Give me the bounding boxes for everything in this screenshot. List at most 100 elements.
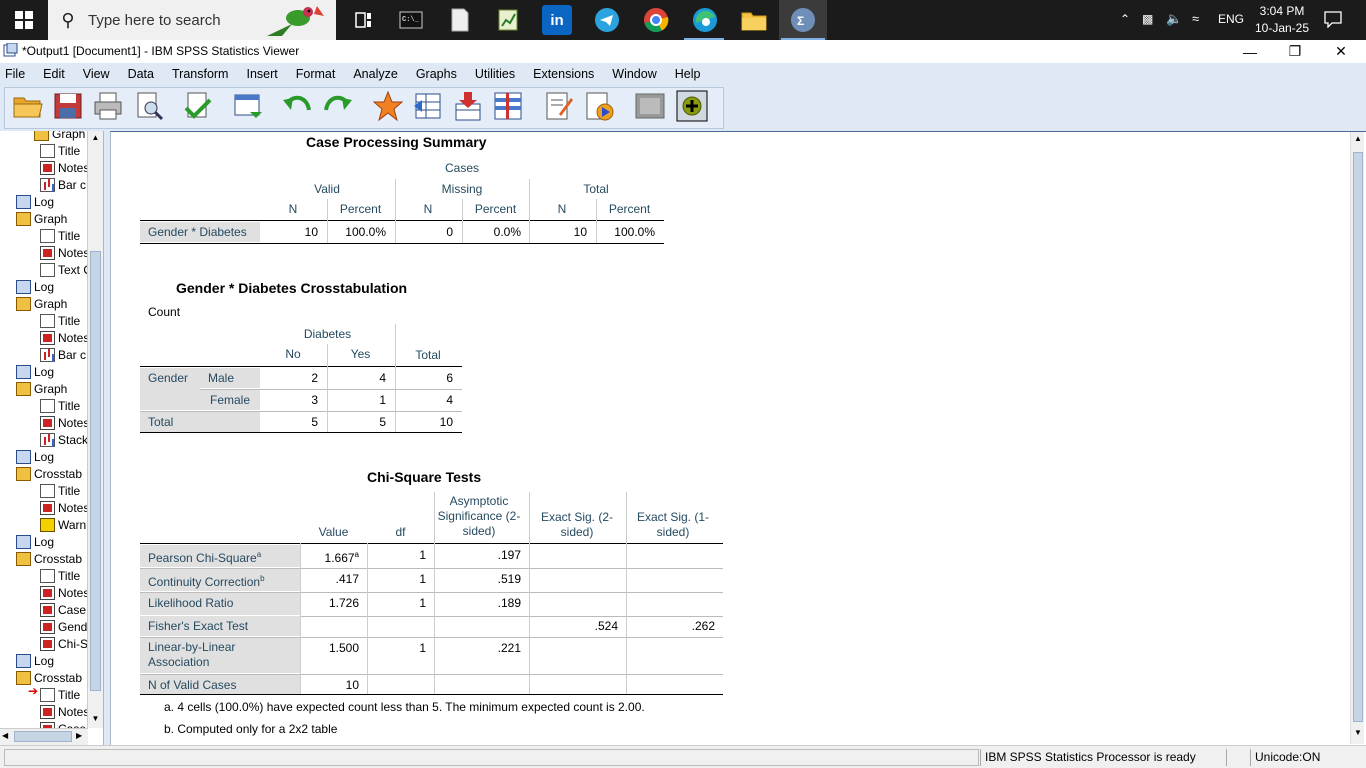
outline-item[interactable]: Crosstab bbox=[16, 550, 82, 567]
outline-item[interactable]: Chi-S bbox=[40, 635, 88, 652]
menu-help[interactable]: Help bbox=[675, 63, 701, 85]
outline-item[interactable]: Bar c bbox=[40, 176, 86, 193]
outline-item[interactable]: Stack bbox=[40, 431, 88, 448]
outline-item[interactable]: Notes bbox=[40, 499, 89, 516]
scroll-down-icon[interactable]: ▼ bbox=[89, 714, 102, 726]
split-file-icon[interactable] bbox=[492, 90, 524, 122]
outline-item[interactable]: Title bbox=[40, 397, 80, 414]
print-icon[interactable] bbox=[92, 90, 124, 122]
restore-button[interactable]: ❐ bbox=[1272, 40, 1318, 63]
outline-item[interactable]: Gend bbox=[40, 618, 87, 635]
show-data-icon[interactable] bbox=[634, 90, 666, 122]
terminal-icon[interactable]: C:\_ bbox=[396, 5, 426, 35]
spreadsheet-icon[interactable] bbox=[493, 5, 523, 35]
outline-item[interactable]: Title bbox=[40, 142, 80, 159]
outline-hscroll-thumb[interactable] bbox=[14, 731, 72, 742]
print-preview-icon[interactable] bbox=[133, 90, 165, 122]
task-view-icon[interactable] bbox=[349, 5, 379, 35]
minimize-button[interactable]: — bbox=[1227, 40, 1273, 63]
outline-item[interactable]: Graph bbox=[16, 210, 67, 227]
volume-icon[interactable]: 🔈 bbox=[1166, 11, 1182, 27]
edge-icon[interactable] bbox=[690, 5, 720, 35]
menu-view[interactable]: View bbox=[83, 63, 110, 85]
menu-analyze[interactable]: Analyze bbox=[353, 63, 397, 85]
notepad-icon[interactable] bbox=[445, 5, 475, 35]
goto-data-icon[interactable] bbox=[372, 90, 404, 122]
outline-item[interactable]: Notes bbox=[40, 584, 89, 601]
language-indicator[interactable]: ENG bbox=[1218, 12, 1244, 26]
output-viewer[interactable]: ▲ ▼ Case Processing Summary Cases Valid … bbox=[110, 131, 1366, 745]
redo-icon[interactable] bbox=[322, 90, 354, 122]
outline-item[interactable]: Text O bbox=[40, 261, 93, 278]
designate-window-icon[interactable] bbox=[543, 90, 575, 122]
outline-item[interactable]: Case bbox=[40, 601, 86, 618]
outline-item[interactable]: Crosstab bbox=[16, 465, 82, 482]
menu-insert[interactable]: Insert bbox=[246, 63, 277, 85]
outline-item[interactable]: Log bbox=[16, 193, 54, 210]
linkedin-icon[interactable]: in bbox=[542, 5, 572, 35]
chrome-icon[interactable] bbox=[641, 5, 671, 35]
outline-item[interactable]: Graph bbox=[34, 131, 85, 142]
network-icon[interactable]: ▩ bbox=[1142, 12, 1153, 26]
outline-item[interactable]: Notes bbox=[40, 244, 89, 261]
menu-format[interactable]: Format bbox=[296, 63, 336, 85]
viewer-scroll-up-icon[interactable]: ▲ bbox=[1352, 134, 1364, 146]
outline-item[interactable]: Bar c bbox=[40, 346, 86, 363]
outline-item[interactable]: Graph bbox=[16, 295, 67, 312]
outline-item[interactable]: Title bbox=[40, 312, 80, 329]
save-icon[interactable] bbox=[52, 90, 84, 122]
file-explorer-icon[interactable] bbox=[739, 5, 769, 35]
recall-dialog-icon[interactable] bbox=[232, 90, 264, 122]
outline-scroll-thumb[interactable] bbox=[90, 251, 101, 691]
outline-item[interactable]: Log bbox=[16, 363, 54, 380]
menu-extensions[interactable]: Extensions bbox=[533, 63, 594, 85]
outline-item[interactable]: Log bbox=[16, 533, 54, 550]
viewer-scroll-down-icon[interactable]: ▼ bbox=[1352, 728, 1364, 740]
outline-item[interactable]: Title bbox=[40, 482, 80, 499]
chevron-up-icon[interactable]: ⌃ bbox=[1120, 12, 1130, 26]
taskbar-search-box[interactable]: ⚲ Type here to search bbox=[48, 0, 336, 40]
viewer-scroll-thumb[interactable] bbox=[1353, 152, 1363, 722]
close-button[interactable]: ✕ bbox=[1318, 40, 1364, 63]
variables-icon[interactable] bbox=[452, 90, 484, 122]
menu-window[interactable]: Window bbox=[612, 63, 656, 85]
menu-graphs[interactable]: Graphs bbox=[416, 63, 457, 85]
telegram-icon[interactable] bbox=[592, 5, 622, 35]
viewer-vertical-scrollbar[interactable]: ▲ ▼ bbox=[1350, 132, 1364, 744]
scroll-right-icon[interactable]: ▶ bbox=[76, 731, 82, 740]
undo-icon[interactable] bbox=[281, 90, 313, 122]
outline-item[interactable]: Notes bbox=[40, 703, 89, 720]
export-icon[interactable] bbox=[182, 90, 214, 122]
menu-utilities[interactable]: Utilities bbox=[475, 63, 515, 85]
outline-item[interactable]: Log bbox=[16, 448, 54, 465]
outline-item[interactable]: Title bbox=[40, 686, 80, 703]
scroll-up-icon[interactable]: ▲ bbox=[89, 133, 102, 145]
system-clock[interactable]: 3:04 PM 10-Jan-25 bbox=[1250, 3, 1314, 37]
add-icon[interactable] bbox=[676, 90, 708, 122]
menu-data[interactable]: Data bbox=[128, 63, 154, 85]
outline-item[interactable]: Warn bbox=[40, 516, 86, 533]
outline-item[interactable]: Title bbox=[40, 567, 80, 584]
outline-item[interactable]: Title bbox=[40, 227, 80, 244]
menu-file[interactable]: File bbox=[5, 63, 25, 85]
open-folder-icon[interactable] bbox=[12, 90, 44, 122]
outline-item[interactable]: Log bbox=[16, 278, 54, 295]
outline-vertical-scrollbar[interactable]: ▲ ▼ bbox=[87, 131, 103, 728]
goto-case-icon[interactable] bbox=[412, 90, 444, 122]
outline-item[interactable]: Notes bbox=[40, 329, 89, 346]
outline-item[interactable]: Graph bbox=[16, 380, 67, 397]
wifi-icon[interactable]: ≈ bbox=[1192, 11, 1199, 26]
outline-item[interactable]: Crosstab bbox=[16, 669, 82, 686]
outline-horizontal-scrollbar[interactable]: ◀ ▶ bbox=[0, 728, 88, 745]
outline-item[interactable]: Notes bbox=[40, 159, 89, 176]
run-script-icon[interactable] bbox=[583, 90, 615, 122]
menu-edit[interactable]: Edit bbox=[43, 63, 65, 85]
spss-app-icon[interactable]: Σ bbox=[788, 5, 818, 35]
outline-pane[interactable]: Graph Title Notes Bar c Log Graph Title Notes Te… bbox=[0, 131, 104, 745]
outline-item[interactable]: Notes bbox=[40, 414, 89, 431]
outline-item[interactable]: Log bbox=[16, 652, 54, 669]
menu-transform[interactable]: Transform bbox=[172, 63, 229, 85]
scroll-left-icon[interactable]: ◀ bbox=[2, 731, 8, 740]
start-button[interactable] bbox=[0, 0, 48, 40]
notification-icon[interactable] bbox=[1324, 10, 1342, 33]
